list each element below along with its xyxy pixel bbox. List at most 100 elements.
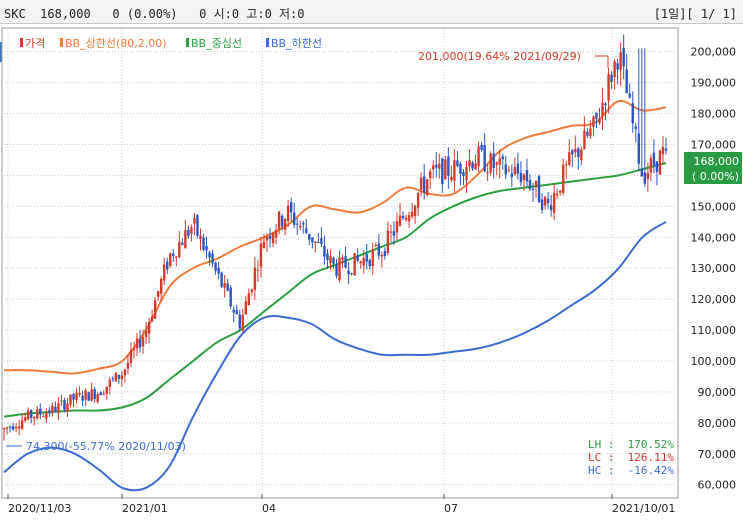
candle-body	[395, 221, 399, 233]
candle-body	[271, 233, 275, 244]
candle-body	[425, 179, 429, 195]
candle-body	[277, 211, 281, 230]
candle-body	[120, 375, 124, 380]
candle-body	[661, 146, 665, 155]
candle-body	[338, 257, 341, 281]
candle-body	[429, 171, 432, 179]
candle-body	[153, 300, 157, 319]
candle-body	[528, 180, 532, 189]
candle-body	[14, 426, 18, 429]
candle-body	[498, 158, 501, 165]
candle-body	[169, 253, 172, 266]
y-axis: 200,000190,000180,000170,000160,000150,0…	[691, 46, 737, 492]
candle-body	[616, 63, 619, 70]
candle-body	[474, 163, 477, 170]
candle-body	[341, 257, 344, 260]
candle-body	[11, 426, 15, 430]
candle-body	[546, 198, 550, 203]
candle-body	[574, 148, 577, 153]
candle-body	[655, 161, 659, 172]
candle-body	[552, 192, 556, 213]
candle-body	[480, 144, 483, 150]
candle-body	[640, 168, 644, 177]
candle-body	[323, 245, 326, 257]
candle-body	[444, 159, 447, 180]
stock-change: 0 (0.00%)	[112, 7, 178, 21]
candle-body	[510, 173, 514, 178]
candle-body	[280, 215, 284, 227]
candle-body	[235, 310, 238, 315]
y-tick-label: 120,000	[691, 293, 737, 306]
candle-body	[66, 403, 69, 412]
candle-body	[453, 160, 456, 181]
candle-body	[105, 386, 108, 394]
candle-body	[205, 245, 208, 251]
candle-body	[643, 172, 647, 184]
candle-body	[368, 259, 371, 267]
candle-body	[462, 172, 465, 177]
pager[interactable]: [1일][ 1/ 1]	[654, 5, 737, 22]
candle-body	[413, 205, 417, 217]
candle-body	[135, 338, 139, 349]
candle-body	[592, 116, 595, 127]
candle-body	[332, 257, 335, 264]
candle-body	[537, 176, 541, 203]
candle-body	[78, 392, 81, 395]
candle-body	[404, 217, 408, 220]
candle-body	[604, 103, 607, 106]
candle-body	[184, 230, 187, 249]
candle-body	[202, 237, 205, 250]
candle-body	[99, 392, 102, 396]
candle-body	[329, 256, 332, 263]
candle-body	[308, 233, 311, 240]
legend-label: BB_하한선	[271, 36, 322, 50]
legend-label: BB_상한선(80,2.00)	[65, 37, 167, 50]
candle-body	[619, 52, 622, 70]
candle-body	[199, 235, 202, 240]
candle-body	[42, 416, 45, 418]
candle-body	[335, 264, 338, 276]
candle-body	[459, 163, 462, 174]
candle-body	[72, 393, 75, 400]
candle-body	[175, 256, 178, 258]
candle-body	[565, 164, 568, 166]
candle-body	[317, 242, 320, 244]
candle-body	[419, 177, 423, 190]
candle-body	[356, 255, 359, 261]
candle-body	[447, 156, 450, 176]
legend-swatch	[266, 38, 269, 47]
candle-body	[489, 153, 492, 173]
candle-body	[138, 338, 142, 348]
candle-body	[244, 301, 248, 315]
candle-body	[628, 93, 631, 98]
candle-body	[96, 394, 99, 402]
candle-body	[495, 162, 498, 165]
candle-body	[540, 199, 544, 210]
candle-body	[208, 252, 211, 258]
x-tick-label: 07	[444, 502, 458, 515]
candle-body	[583, 130, 586, 150]
candle-body	[45, 412, 48, 419]
x-tick-label: 04	[262, 502, 276, 515]
low-annotation: 74,300(-55.77% 2020/11/03)	[26, 440, 186, 453]
candle-body	[129, 350, 133, 364]
candle-body	[60, 400, 63, 402]
candle-body	[292, 212, 296, 225]
candle-body	[262, 241, 266, 248]
candle-body	[441, 158, 444, 185]
candle-body	[371, 249, 374, 266]
y-tick-label: 140,000	[691, 231, 737, 244]
candle-body	[543, 196, 547, 206]
candle-body	[63, 400, 66, 410]
candle-body	[283, 219, 287, 230]
candle-body	[435, 164, 438, 168]
candle-body	[649, 157, 653, 173]
candle-body	[26, 410, 30, 420]
candle-body	[299, 225, 302, 228]
candle-body	[51, 405, 54, 414]
candle-body	[286, 205, 290, 221]
candle-body	[163, 264, 166, 281]
y-tick-label: 80,000	[698, 417, 737, 430]
pager-text[interactable]: [1일][ 1/ 1]	[654, 7, 737, 21]
candle-body	[525, 170, 529, 182]
